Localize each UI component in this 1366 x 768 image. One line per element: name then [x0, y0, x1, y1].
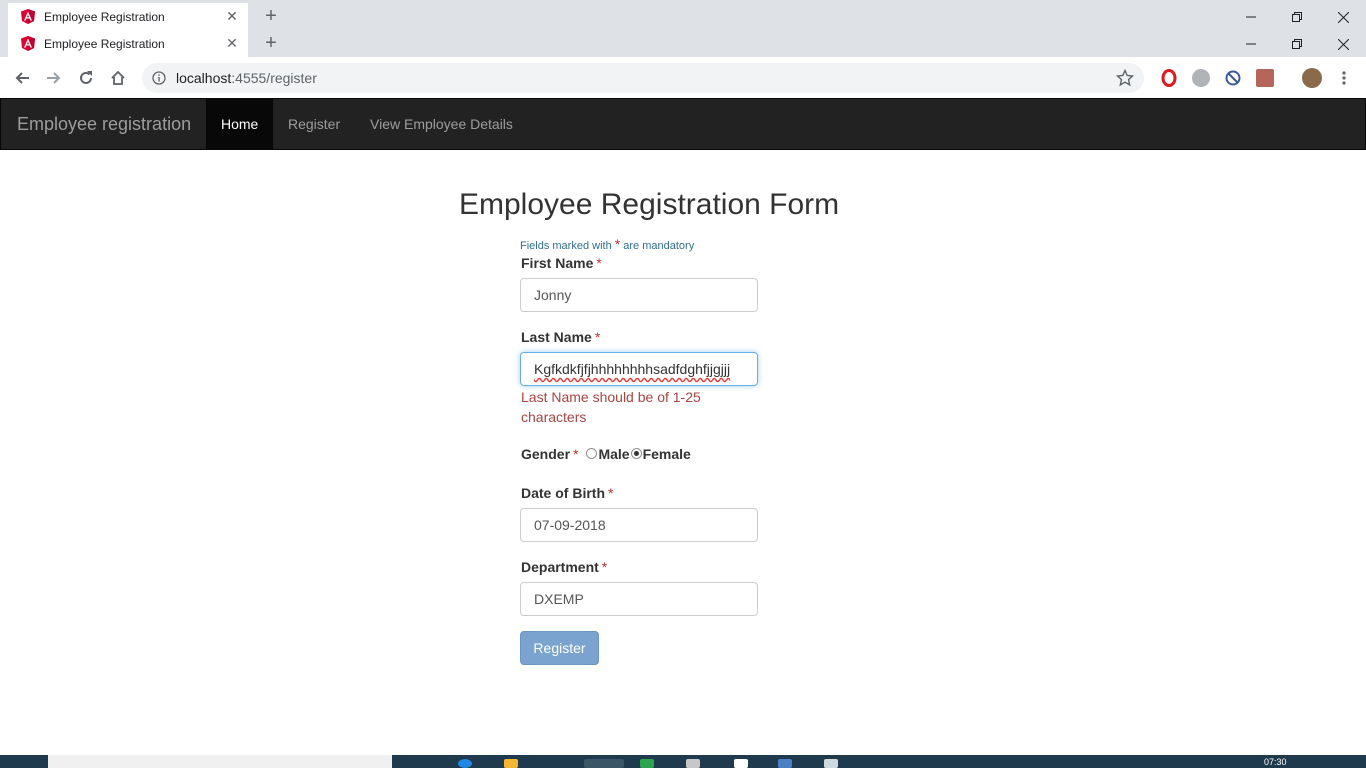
close-window-icon[interactable] — [1320, 32, 1366, 56]
chrome-taskbar-active-icon[interactable] — [584, 759, 624, 768]
gender-female-label: Female — [642, 446, 691, 462]
register-button[interactable]: Register — [520, 631, 599, 665]
taskbar-clock: 07:30 — [1264, 757, 1287, 767]
gender-male-label: Male — [598, 446, 630, 462]
restore-icon[interactable] — [1274, 32, 1320, 56]
minimize-icon[interactable] — [1228, 32, 1274, 56]
department-input[interactable]: DXEMP — [520, 582, 758, 616]
reload-icon[interactable] — [75, 67, 97, 89]
restore-icon[interactable] — [1274, 5, 1320, 29]
new-tab-icon[interactable]: + — [262, 33, 280, 53]
mandatory-note: Fields marked with * are mandatory — [520, 236, 694, 252]
back-arrow-icon[interactable] — [11, 67, 33, 89]
department-value: DXEMP — [534, 591, 584, 607]
browser-tab-1[interactable]: Employee Registration ✕ — [8, 3, 248, 30]
avatar[interactable] — [1302, 68, 1322, 88]
minimize-icon[interactable] — [1228, 5, 1274, 29]
department-label-text: Department — [521, 559, 599, 575]
vscode-taskbar-icon[interactable] — [778, 759, 792, 768]
explorer-taskbar-icon[interactable] — [504, 759, 518, 768]
first-name-label: First Name * — [521, 255, 602, 271]
browser-toolbar: localhost:4555/register — [0, 57, 1366, 99]
page-title: Employee Registration Form — [459, 188, 840, 221]
first-name-value: Jonny — [534, 287, 572, 303]
bookmark-star-icon[interactable] — [1115, 68, 1135, 87]
last-name-label: Last Name * — [521, 329, 600, 345]
angular-favicon-icon — [20, 9, 36, 25]
app-taskbar-icon[interactable] — [734, 759, 748, 768]
nav-link-register[interactable]: Register — [273, 99, 355, 149]
angular-favicon-icon — [20, 36, 36, 52]
dob-input[interactable]: 07-09-2018 — [520, 508, 758, 542]
nav-link-view-employee-details[interactable]: View Employee Details — [355, 99, 528, 149]
block-extension-icon[interactable] — [1224, 69, 1242, 87]
gender-label: Gender — [521, 446, 571, 462]
required-marker: * — [594, 329, 601, 345]
tab-strip-1: Employee Registration ✕ + — [0, 3, 1366, 30]
required-marker: * — [573, 446, 579, 462]
navbar-brand[interactable]: Employee registration — [17, 99, 191, 149]
close-tab-icon[interactable]: ✕ — [224, 8, 240, 25]
dob-label-text: Date of Birth — [521, 485, 605, 501]
globe-extension-icon[interactable] — [1192, 69, 1210, 87]
home-icon[interactable] — [107, 67, 129, 89]
close-tab-icon[interactable]: ✕ — [224, 35, 240, 52]
tab-strip-2: Employee Registration ✕ + — [0, 30, 1366, 57]
address-bar[interactable]: localhost:4555/register — [142, 63, 1144, 93]
taskbar-search-box[interactable] — [48, 755, 392, 768]
site-info-icon[interactable] — [150, 69, 168, 87]
pdf-extension-icon[interactable] — [1256, 69, 1274, 87]
tab-title: Employee Registration — [44, 36, 165, 51]
gender-male-radio[interactable] — [586, 447, 598, 459]
last-name-value: Kgfkdkfjfjhhhhhhhhsadfdghfjjgjjj — [534, 361, 731, 377]
nav-link-home[interactable]: Home — [206, 99, 274, 149]
last-name-input[interactable]: Kgfkdkfjfjhhhhhhhhsadfdghfjjgjjj — [520, 352, 758, 386]
required-marker: * — [596, 255, 602, 271]
gender-row: Gender * Male Female — [521, 444, 691, 464]
first-name-label-text: First Name — [521, 255, 594, 271]
required-marker: * — [608, 485, 614, 501]
gender-female-radio[interactable] — [630, 447, 642, 459]
note-suffix: are mandatory — [623, 240, 695, 252]
url-host: localhost — [176, 70, 232, 86]
last-name-label-text: Last Name — [521, 329, 592, 345]
new-tab-icon[interactable]: + — [262, 6, 280, 26]
app-taskbar-icon[interactable] — [640, 759, 654, 768]
browser-tab-2[interactable]: Employee Registration ✕ — [8, 30, 248, 57]
menu-dots-icon[interactable] — [1333, 67, 1355, 89]
required-marker: * — [601, 559, 608, 575]
notepad-taskbar-icon[interactable] — [686, 759, 700, 768]
app-navbar: Employee registration Home Register View… — [0, 98, 1366, 150]
app-taskbar-icon[interactable] — [824, 759, 838, 768]
forward-arrow-icon[interactable] — [43, 67, 65, 89]
opera-extension-icon[interactable] — [1160, 69, 1178, 87]
first-name-input[interactable]: Jonny — [520, 278, 758, 312]
os-taskbar: 07:30 — [0, 755, 1366, 768]
last-name-error: Last Name should be of 1-25 characters — [521, 389, 701, 425]
close-window-icon[interactable] — [1320, 5, 1366, 29]
tab-title: Employee Registration — [44, 9, 165, 24]
note-prefix: Fields marked with — [520, 240, 612, 252]
edge-taskbar-icon[interactable] — [458, 759, 472, 768]
required-marker: * — [614, 236, 621, 252]
dob-label: Date of Birth * — [521, 485, 613, 501]
department-label: Department * — [521, 559, 607, 575]
url-path: :4555/register — [231, 70, 317, 86]
dob-value: 07-09-2018 — [534, 517, 606, 533]
